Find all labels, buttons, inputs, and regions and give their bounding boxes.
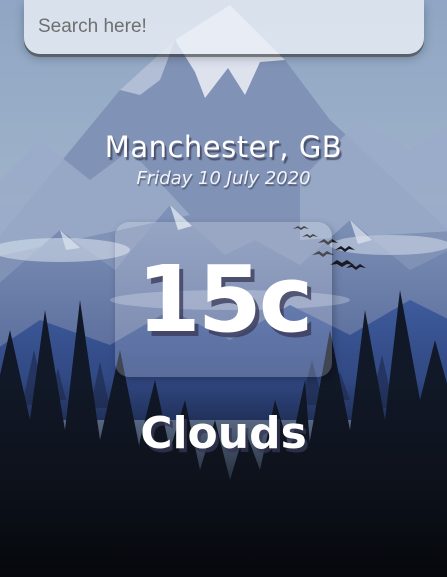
weather-condition: Clouds [140, 408, 307, 459]
search-bar[interactable] [24, 0, 424, 54]
temperature-card: 15c [115, 222, 332, 377]
location-title: Manchester, GB [104, 130, 343, 164]
date-text: Friday 10 July 2020 [136, 168, 311, 189]
temperature-value: 15c [136, 246, 314, 353]
search-input[interactable] [24, 0, 424, 54]
